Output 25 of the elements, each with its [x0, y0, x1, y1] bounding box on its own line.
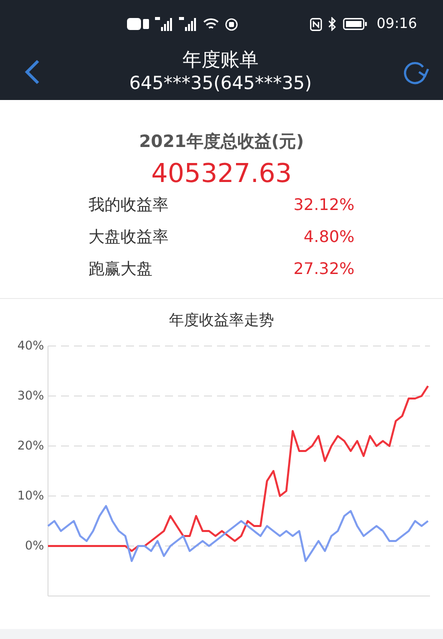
page-title: 年度账单 — [182, 48, 258, 72]
battery-icon — [342, 18, 367, 30]
account-number: 645***35(645***35) — [129, 72, 312, 96]
axis-tick-label: 20% — [17, 438, 44, 452]
axis-tick-label: 0% — [24, 538, 44, 552]
bluetooth-icon — [328, 17, 337, 31]
wifi-icon — [202, 18, 219, 30]
rate-value: 27.32% — [293, 259, 354, 280]
axis-tick-label: 30% — [17, 388, 44, 402]
rate-label: 我的收益率 — [88, 195, 168, 216]
axis-tick-label: 40% — [17, 338, 44, 352]
nfc-icon — [310, 18, 322, 30]
rate-label: 跑赢大盘 — [88, 259, 152, 280]
rate-value: 4.80% — [304, 227, 354, 248]
hd-icon — [126, 18, 149, 30]
total-profit: 405327.63 — [151, 159, 292, 189]
clock-time: 09:16 — [376, 16, 417, 32]
signal-icon — [154, 17, 173, 31]
back-icon[interactable] — [24, 59, 40, 85]
axis-tick-label: 10% — [17, 488, 44, 502]
summary-title: 2021年度总收益(元) — [139, 131, 304, 153]
rate-value: 32.12% — [293, 195, 354, 216]
signal-icon — [178, 17, 197, 31]
chart-title: 年度收益率走势 — [168, 311, 275, 330]
rate-label: 大盘收益率 — [88, 227, 168, 248]
